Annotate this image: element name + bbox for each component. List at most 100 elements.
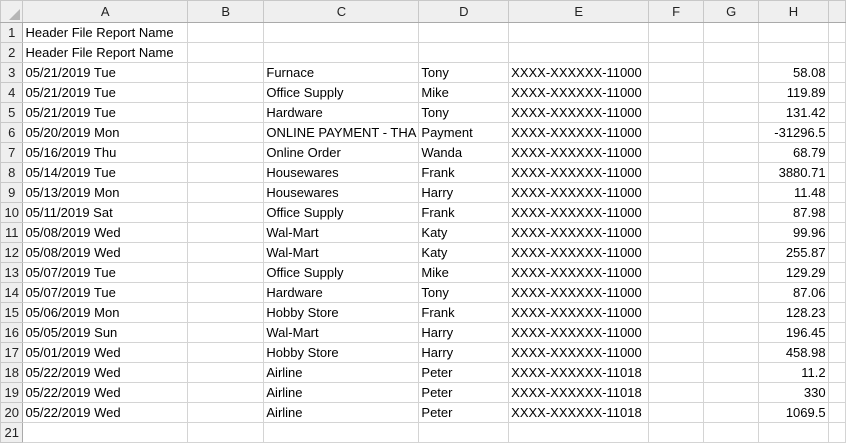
cell[interactable] [648,242,705,263]
cell[interactable] [648,102,705,123]
cell[interactable] [186,342,265,363]
cell-description[interactable]: Wal-Mart [263,242,420,263]
cell[interactable] [263,22,420,43]
cell[interactable] [827,282,846,303]
cell-report-header[interactable]: Header File Report Name [22,42,188,63]
cell-date[interactable]: 05/08/2019 Wed [22,242,188,263]
cell[interactable] [22,422,188,443]
cell-account[interactable]: XXXX-XXXXXX-11000 [508,282,650,303]
row-header[interactable]: 9 [0,182,24,203]
cell-description[interactable]: Office Supply [263,262,420,283]
cell-description[interactable]: Hardware [263,102,420,123]
cell-person[interactable]: Tony [418,282,510,303]
cell[interactable] [186,182,265,203]
cell-date[interactable]: 05/07/2019 Tue [22,282,188,303]
cell[interactable] [186,162,265,183]
cell[interactable] [827,302,846,323]
row-header[interactable]: 10 [0,202,24,223]
cell-account[interactable]: XXXX-XXXXXX-11000 [508,322,650,343]
cell-report-header[interactable]: Header File Report Name [22,22,188,43]
cell[interactable] [648,342,705,363]
cell-description[interactable]: Airline [263,382,420,403]
cell[interactable] [508,22,650,43]
cell[interactable] [186,202,265,223]
cell-account[interactable]: XXXX-XXXXXX-11000 [508,162,650,183]
cell[interactable] [508,422,650,443]
cell[interactable] [186,122,265,143]
cell[interactable] [186,302,265,323]
cell-person[interactable]: Wanda [418,142,510,163]
cell-description[interactable]: Office Supply [263,82,420,103]
cell[interactable] [186,62,265,83]
cell[interactable] [703,242,760,263]
cell-person[interactable]: Harry [418,322,510,343]
cell-date[interactable]: 05/06/2019 Mon [22,302,188,323]
cell-person[interactable]: Katy [418,222,510,243]
cell-person[interactable]: Tony [418,62,510,83]
cell-amount[interactable]: 99.96 [758,222,829,243]
cell[interactable] [648,142,705,163]
cell[interactable] [418,422,510,443]
cell[interactable] [827,242,846,263]
cell-date[interactable]: 05/08/2019 Wed [22,222,188,243]
cell-date[interactable]: 05/11/2019 Sat [22,202,188,223]
row-header[interactable]: 14 [0,282,24,303]
cell-account[interactable]: XXXX-XXXXXX-11000 [508,262,650,283]
row-header[interactable]: 2 [0,42,24,63]
cell-amount[interactable]: 129.29 [758,262,829,283]
cell[interactable] [703,102,760,123]
cell-amount[interactable]: 458.98 [758,342,829,363]
cell[interactable] [703,342,760,363]
cell-account[interactable]: XXXX-XXXXXX-11000 [508,62,650,83]
column-header-c[interactable]: C [263,0,420,23]
row-header[interactable]: 13 [0,262,24,283]
cell-amount[interactable]: 119.89 [758,82,829,103]
cell-person[interactable]: Harry [418,182,510,203]
cell[interactable] [186,22,265,43]
cell[interactable] [648,22,705,43]
cell[interactable] [703,322,760,343]
cell[interactable] [827,262,846,283]
column-header-h[interactable]: H [758,0,829,23]
row-header[interactable]: 17 [0,342,24,363]
cell[interactable] [703,182,760,203]
row-header[interactable]: 8 [0,162,24,183]
cell-amount[interactable]: 128.23 [758,302,829,323]
cell-account[interactable]: XXXX-XXXXXX-11000 [508,222,650,243]
cell-person[interactable]: Mike [418,262,510,283]
cell-person[interactable]: Mike [418,82,510,103]
cell-description[interactable]: Hobby Store [263,302,420,323]
cell[interactable] [827,162,846,183]
cell-date[interactable]: 05/21/2019 Tue [22,82,188,103]
cell-person[interactable]: Frank [418,202,510,223]
cell-description[interactable]: Office Supply [263,202,420,223]
row-header[interactable]: 11 [0,222,24,243]
cell[interactable] [648,202,705,223]
cell-account[interactable]: XXXX-XXXXXX-11000 [508,122,650,143]
cell-account[interactable]: XXXX-XXXXXX-11018 [508,362,650,383]
row-header[interactable]: 20 [0,402,24,423]
cell[interactable] [648,62,705,83]
cell[interactable] [827,62,846,83]
column-header-f[interactable]: F [648,0,705,23]
cell[interactable] [827,402,846,423]
cell[interactable] [703,62,760,83]
cell-description[interactable]: Airline [263,402,420,423]
cell[interactable] [703,122,760,143]
cell-amount[interactable]: 68.79 [758,142,829,163]
cell-account[interactable]: XXXX-XXXXXX-11018 [508,382,650,403]
column-header-b[interactable]: B [186,0,265,23]
cell-date[interactable]: 05/20/2019 Mon [22,122,188,143]
column-header-e[interactable]: E [508,0,650,23]
cell[interactable] [827,142,846,163]
cell[interactable] [186,322,265,343]
cell-person[interactable]: Peter [418,382,510,403]
cell-date[interactable]: 05/07/2019 Tue [22,262,188,283]
cell-description[interactable]: Housewares [263,182,420,203]
cell-account[interactable]: XXXX-XXXXXX-11000 [508,242,650,263]
cell[interactable] [703,302,760,323]
column-header-i[interactable] [827,0,846,23]
cell[interactable] [186,422,265,443]
cell-amount[interactable]: 131.42 [758,102,829,123]
cell[interactable] [827,202,846,223]
